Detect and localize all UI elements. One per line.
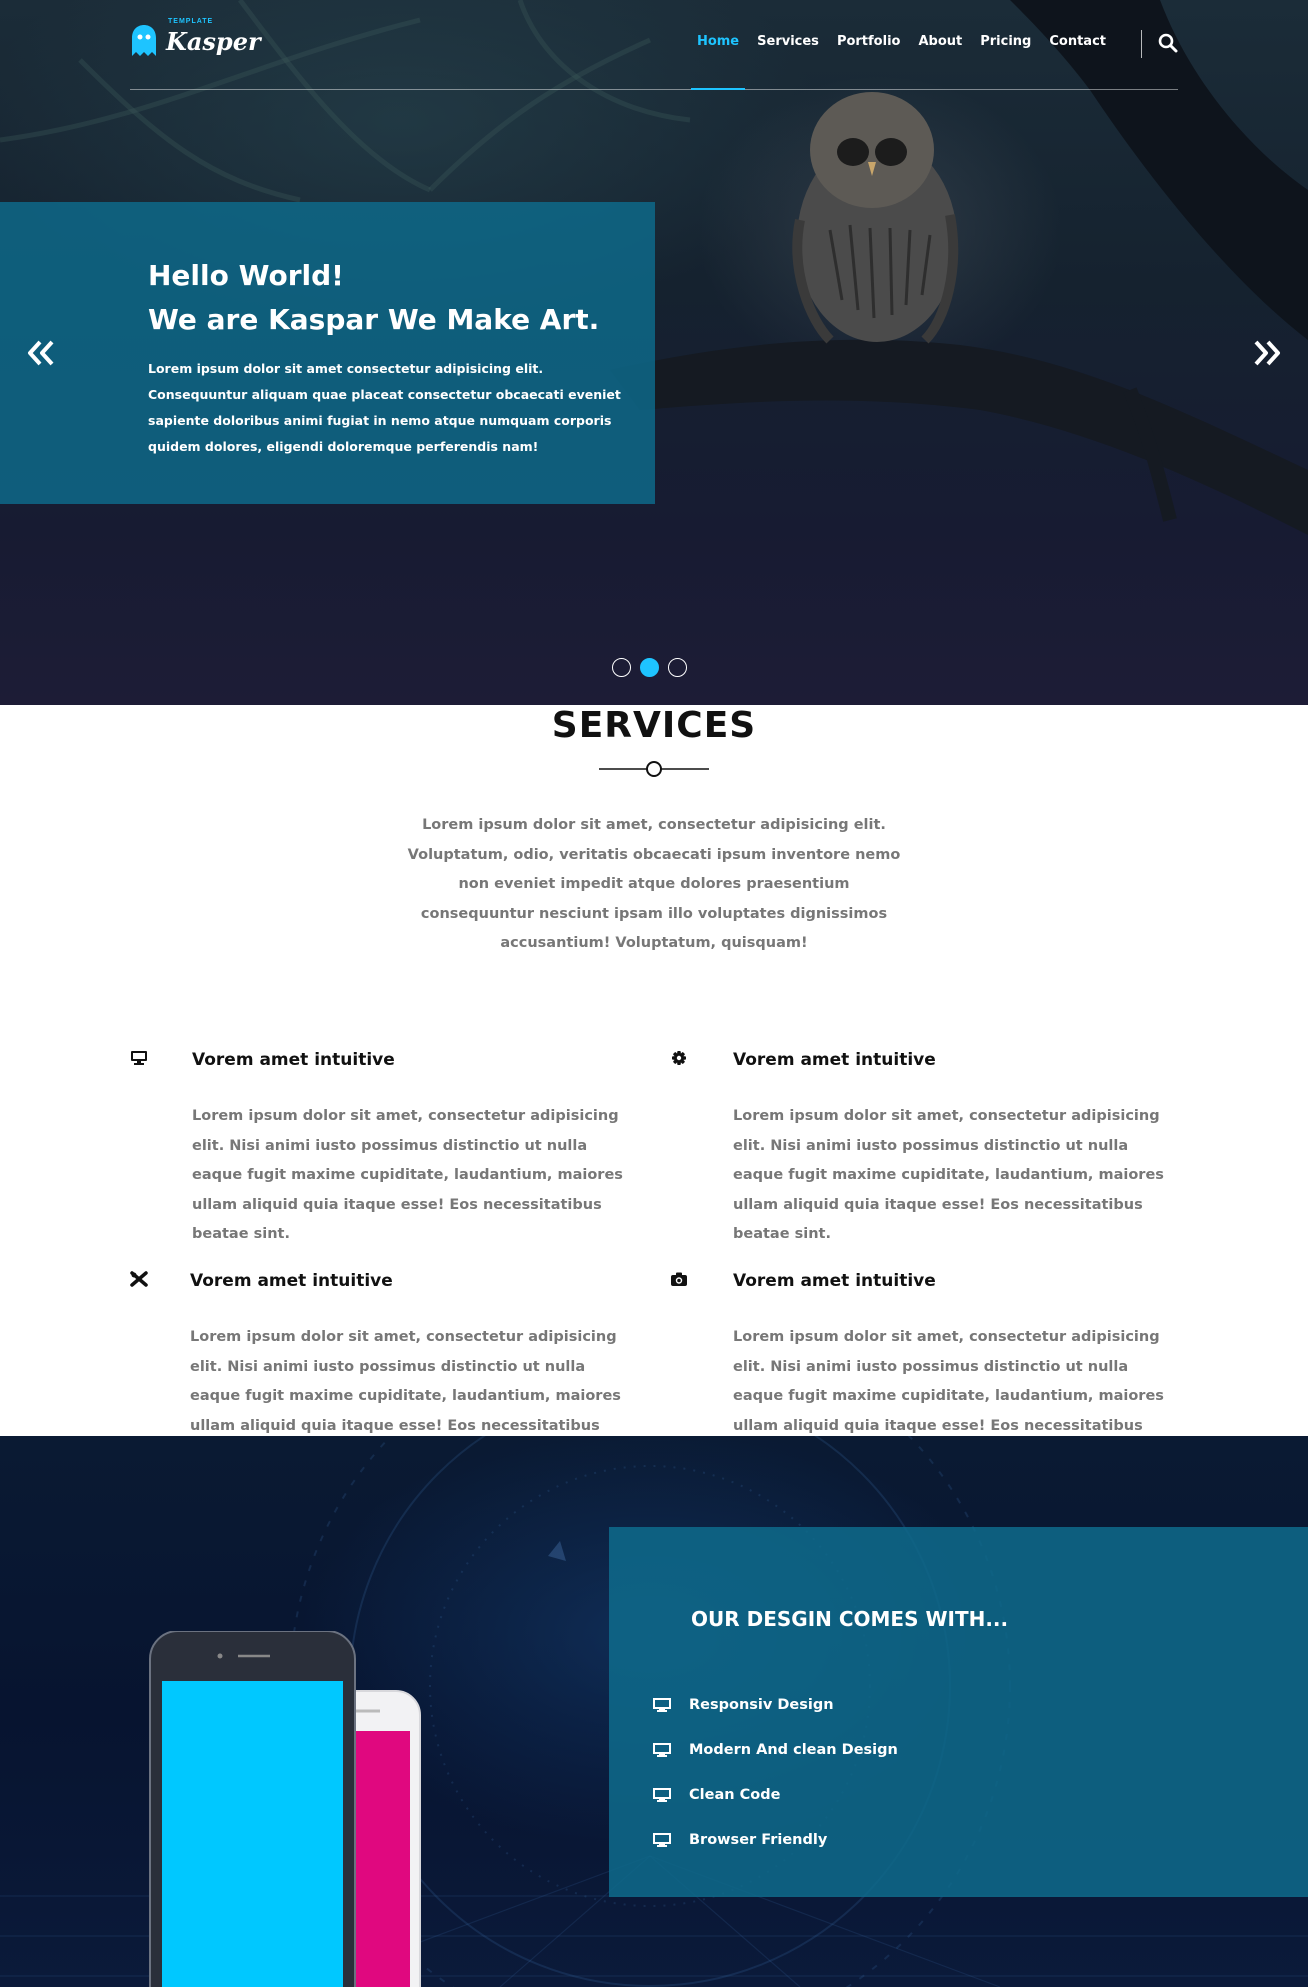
design-feature-box: OUR DESGIN COMES WITH... Responsiv Desig… [609,1527,1308,1897]
hero-title-line2: We are Kaspar We Make Art. [148,303,600,336]
nav-item-portfolio[interactable]: Portfolio [837,34,901,49]
double-chevron-right-icon[interactable] [1250,336,1284,370]
list-item: Modern And clean Design [653,1727,898,1772]
feature-label: Responsiv Design [689,1696,834,1713]
owl-illustration [792,92,959,344]
service-item-text: Lorem ipsum dolor sit amet, consectetur … [733,1108,1164,1242]
phones-mockup [149,1631,421,1987]
hero-title: Hello World! We are Kaspar We Make Art. [148,254,599,342]
nav-item-about[interactable]: About [918,34,962,49]
service-item-title: Vorem amet intuitive [190,1271,393,1291]
desktop-icon [653,1832,671,1847]
design-title: OUR DESGIN COMES WITH... [691,1607,1009,1631]
dark-phone-screen [162,1681,343,1987]
design-feature-list: Responsiv Design Modern And clean Design… [653,1682,898,1862]
slider-dot-3[interactable] [668,658,687,677]
service-item-title: Vorem amet intuitive [733,1271,936,1291]
service-item-title: Vorem amet intuitive [192,1050,395,1070]
feature-label: Modern And clean Design [689,1741,898,1758]
search-icon[interactable] [1158,33,1178,53]
gear-icon [672,1051,686,1065]
design-tools-icon [130,1271,148,1287]
nav-item-pricing[interactable]: Pricing [980,34,1031,49]
nav-item-home[interactable]: Home [690,34,746,90]
main-nav: Home Services Portfolio About Pricing Co… [690,34,1106,90]
services-title: SERVICES [551,705,757,746]
hero-slider: Kasper TEMPLATE Home Services Portfolio … [0,0,1308,705]
nav-item-contact[interactable]: Contact [1049,34,1106,49]
service-item-text: Lorem ipsum dolor sit amet, consectetur … [192,1108,623,1242]
slider-pagination [612,658,687,677]
hero-text: Lorem ipsum dolor sit amet consectetur a… [148,361,621,454]
top-navbar: Kasper TEMPLATE Home Services Portfolio … [130,0,1178,90]
feature-label: Clean Code [689,1786,781,1803]
hero-title-line1: Hello World! [148,259,344,292]
ghost-icon [132,25,156,56]
double-chevron-left-icon[interactable] [24,336,58,370]
list-item: Browser Friendly [653,1817,898,1862]
section-divider [599,761,709,777]
nav-divider [1141,30,1142,58]
desktop-icon [131,1051,147,1065]
desktop-icon [653,1742,671,1757]
services-intro: Lorem ipsum dolor sit amet, consectetur … [407,817,901,951]
design-features-section: OUR DESGIN COMES WITH... Responsiv Desig… [0,1436,1308,1987]
desktop-icon [653,1697,671,1712]
brand-logo[interactable]: Kasper TEMPLATE [130,18,261,58]
hero-caption-box: Hello World! We are Kaspar We Make Art. … [0,202,655,504]
camera-icon [671,1272,687,1286]
services-section: SERVICES Lorem ipsum dolor sit amet, con… [0,705,1308,1463]
slider-dot-1[interactable] [612,658,631,677]
feature-label: Browser Friendly [689,1831,828,1848]
list-item: Clean Code [653,1772,898,1817]
list-item: Responsiv Design [653,1682,898,1727]
slider-dot-2[interactable] [640,658,659,677]
brand-tag: TEMPLATE [168,18,214,25]
brand-name: Kasper [166,26,261,56]
desktop-icon [653,1787,671,1802]
nav-item-services[interactable]: Services [757,34,819,49]
service-item-title: Vorem amet intuitive [733,1050,936,1070]
